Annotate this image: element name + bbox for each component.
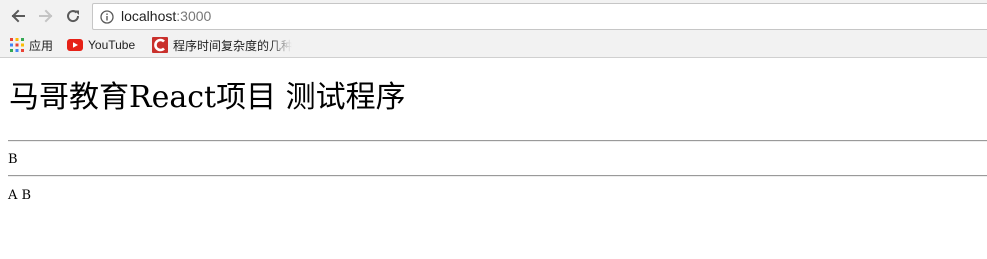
horizontal-rule [8,175,987,177]
address-bar[interactable]: localhost:3000 [92,3,987,30]
youtube-icon [67,39,83,51]
bookmarks-bar: 应用 YouTube 程序时间复杂度的几种 [0,33,987,57]
reload-icon [67,10,80,23]
bookmark-complexity-article[interactable]: 程序时间复杂度的几种 [152,36,292,54]
url-text[interactable]: localhost:3000 [121,8,211,24]
apps-grid-icon [10,38,24,52]
info-circle-icon[interactable] [100,10,114,24]
url-host: localhost [121,8,177,24]
bookmark-apps[interactable]: 应用 [10,36,53,54]
csdn-c-icon [152,37,168,53]
browser-chrome: localhost:3000 应用 YouTube 程序时间复杂度的几种 [0,0,987,58]
bookmark-youtube[interactable]: YouTube [67,36,135,54]
bookmark-label: YouTube [88,38,136,52]
arrow-right-icon [39,9,53,23]
reload-button[interactable] [62,5,84,27]
browser-toolbar: localhost:3000 [0,0,987,33]
horizontal-rule [8,140,987,142]
page-title: 马哥教育React项目 测试程序 [9,80,406,115]
forward-button[interactable] [35,5,57,27]
content-line-b: B [8,152,18,167]
url-port: :3000 [176,8,212,24]
back-button[interactable] [7,5,29,27]
content-line-ab: A B [8,188,32,203]
text-fade-overlay [270,36,292,54]
bookmark-label: 应用 [29,38,54,53]
arrow-left-icon [11,9,25,23]
